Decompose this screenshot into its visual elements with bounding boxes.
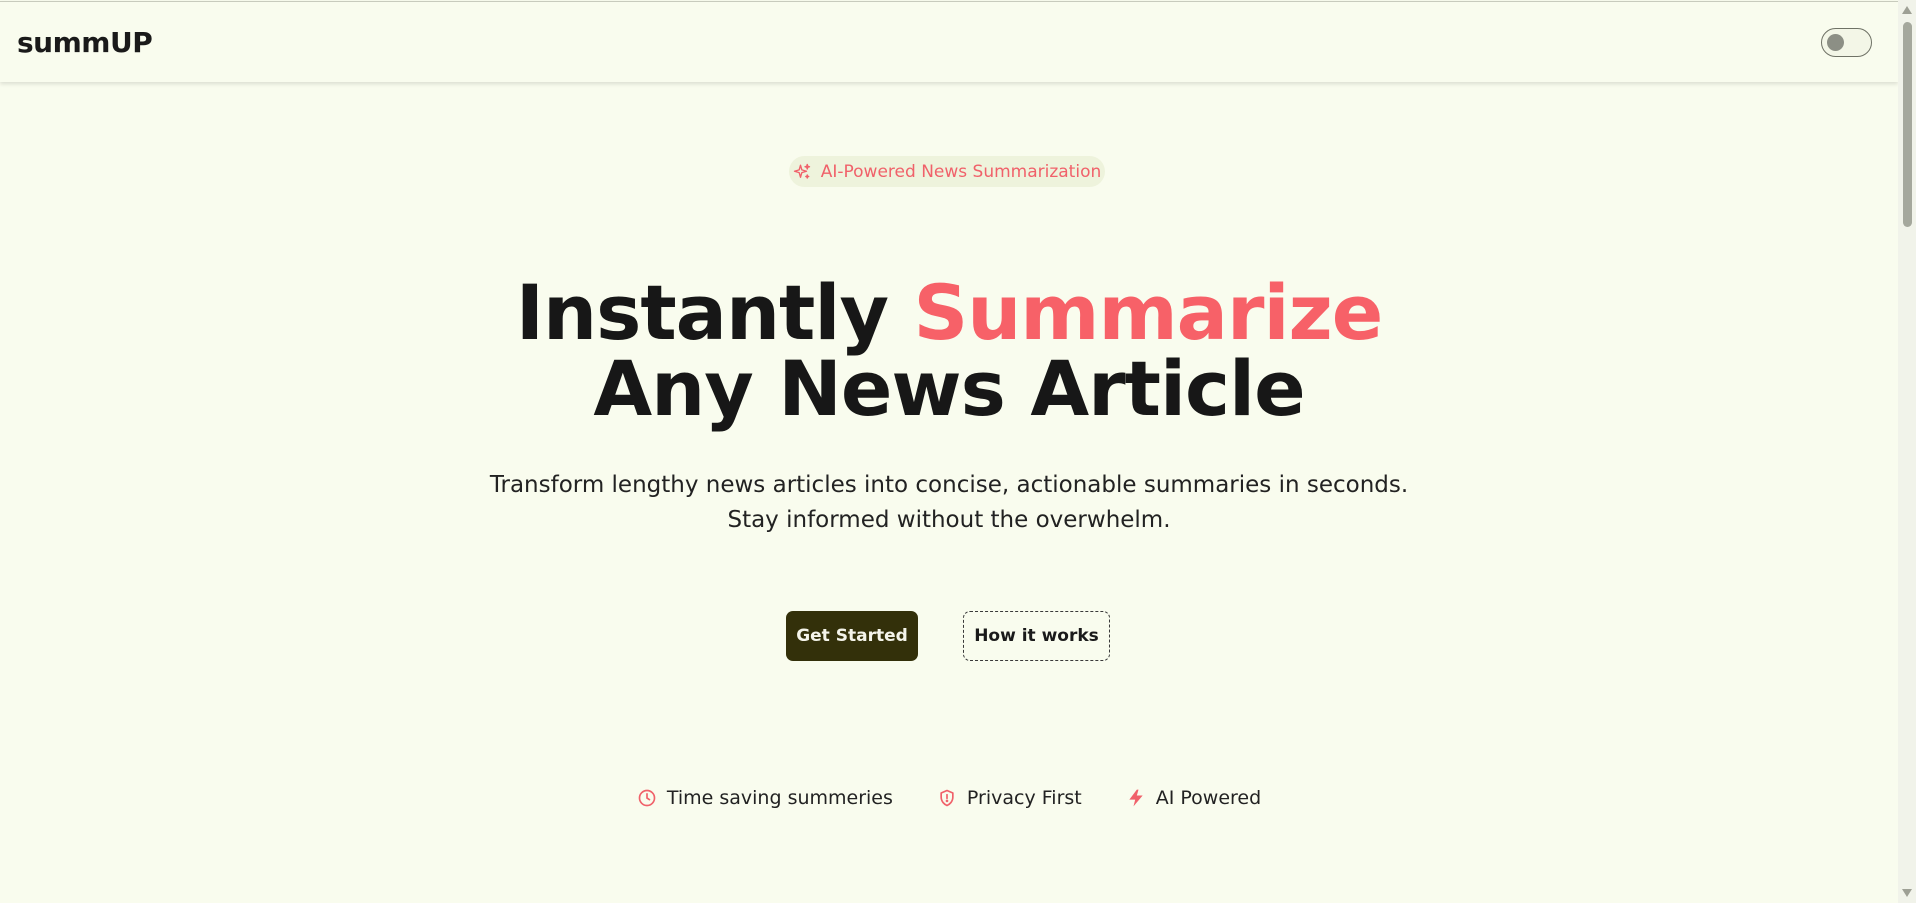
landing-page: summUP AI-Powered News Summarization Ins…: [0, 0, 1916, 903]
scroll-down-arrow-icon[interactable]: [1902, 889, 1912, 897]
scroll-up-arrow-icon[interactable]: [1902, 6, 1912, 14]
get-started-button[interactable]: Get Started: [786, 611, 918, 661]
feature-privacy: Privacy First: [937, 787, 1082, 809]
how-it-works-button[interactable]: How it works: [963, 611, 1110, 661]
features-list: Time saving summeries Privacy First AI P…: [0, 787, 1898, 809]
badge-text: AI-Powered News Summarization: [820, 161, 1102, 182]
navbar: summUP: [0, 1, 1898, 82]
feature-label: Privacy First: [966, 787, 1082, 809]
lightning-icon: [1129, 789, 1143, 807]
feature-label: Time saving summeries: [666, 787, 893, 809]
feature-ai-powered: AI Powered: [1126, 787, 1261, 809]
subtitle-line2: Stay informed without the overwhelm.: [727, 507, 1171, 533]
hero-subtitle: Transform lengthy news articles into con…: [0, 468, 1898, 538]
sparkles-icon: [793, 163, 810, 179]
hero-title-line2: Any News Article: [593, 344, 1305, 433]
scroll-thumb[interactable]: [1903, 22, 1912, 227]
clock-icon: [638, 789, 656, 807]
hero-title: Instantly Summarize Any News Article: [0, 275, 1898, 427]
ai-badge: AI-Powered News Summarization: [789, 156, 1105, 187]
brand-logo[interactable]: summUP: [17, 26, 153, 59]
toggle-knob: [1827, 33, 1844, 51]
subtitle-line1: Transform lengthy news articles into con…: [489, 472, 1409, 498]
shield-icon: [940, 789, 954, 807]
feature-time-saving: Time saving summeries: [637, 787, 893, 809]
scrollbar[interactable]: [1898, 0, 1916, 903]
theme-toggle[interactable]: [1821, 27, 1872, 57]
feature-label: AI Powered: [1155, 787, 1262, 809]
